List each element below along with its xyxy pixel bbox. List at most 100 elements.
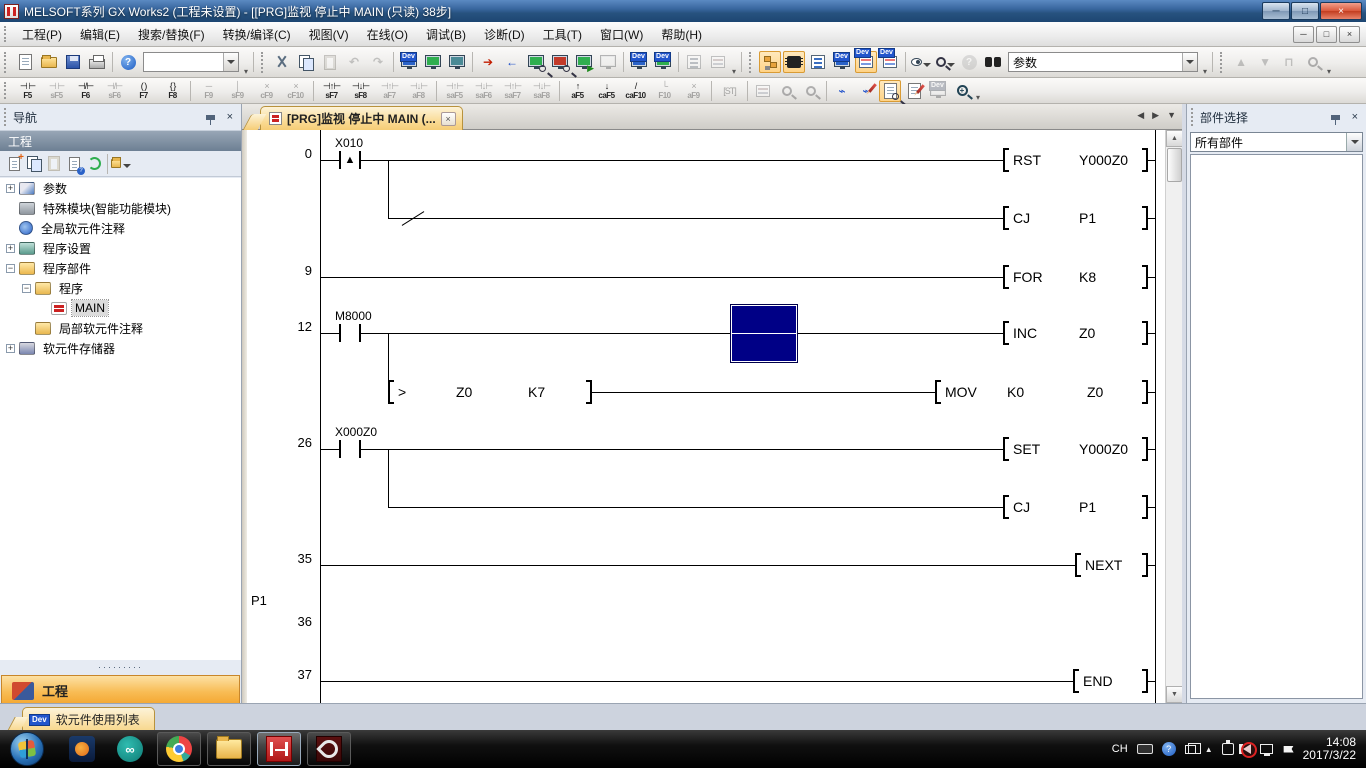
sfc-zoom-button[interactable] [707, 51, 729, 73]
device-combo[interactable] [143, 52, 239, 72]
scroll-down-button[interactable]: ▼ [1166, 686, 1182, 703]
view-button-project[interactable]: 工程 [1, 675, 240, 706]
start-button[interactable] [10, 732, 44, 766]
ladder-tool-contact-open-parallel[interactable]: ⊣ ⊢sF5 [43, 79, 70, 102]
wiring-edit-button[interactable]: ⌁ [855, 80, 877, 102]
toolbar-overflow-icon[interactable]: ▾ [974, 93, 982, 103]
instruction-set[interactable]: SETY000Z0 [1003, 437, 1148, 461]
sampling-trace-button[interactable] [1302, 51, 1324, 73]
toolbar-overflow-icon[interactable]: ▾ [730, 67, 738, 77]
element-list[interactable] [1190, 154, 1363, 699]
menu-item-3[interactable]: 转换/编译(C) [214, 23, 300, 46]
tree-item-program-setting[interactable]: +程序设置 [0, 238, 241, 258]
ladder-tool-vertical-line[interactable]: │sF9 [224, 79, 251, 102]
ladder-tool-pulse-rising-parallel[interactable]: ⊣↑⊢aF7 [376, 79, 403, 102]
device-test-fall-button[interactable]: ▼ [1254, 51, 1276, 73]
ladder-tool-invert-result[interactable]: /caF10 [622, 79, 649, 102]
toolbar-grip[interactable] [4, 82, 9, 100]
tree-item-main[interactable]: MAIN [0, 298, 241, 318]
tree-expand-icon[interactable]: + [6, 344, 15, 353]
cut-button[interactable] [271, 51, 293, 73]
menu-item-9[interactable]: 窗口(W) [591, 23, 652, 46]
ladder-editor[interactable]: 0 9 12 26 35 36 37 P1 X010 ▲ M8000 X000Z… [242, 130, 1182, 703]
save-project-button[interactable] [62, 51, 84, 73]
toolbar-overflow-icon[interactable]: ▾ [1201, 67, 1209, 77]
scroll-up-button[interactable]: ▲ [1166, 130, 1182, 147]
copy-button[interactable] [295, 51, 317, 73]
mdi-close-button[interactable]: × [1339, 26, 1360, 43]
instruction-mov[interactable]: MOVK0Z0 [935, 380, 1148, 404]
volume-muted-icon[interactable] [1243, 744, 1251, 754]
refresh-button[interactable] [84, 154, 104, 174]
toolbar-overflow-icon[interactable]: ▾ [242, 67, 250, 77]
device-display-format-button[interactable] [910, 51, 932, 73]
ladder-tool-delete-vertical-line[interactable]: ×cF10 [282, 79, 309, 102]
taskbar-item-arduino[interactable]: ∞ [109, 732, 151, 766]
device-registration-monitor-button[interactable]: Dev [652, 51, 674, 73]
panel-splitter[interactable]: ········· [0, 660, 241, 674]
ladder-tool-application-instruction[interactable]: { }F8 [159, 79, 186, 102]
ladder-tool-pulse-open-branch[interactable]: ⊣↑⊢saF5 [441, 79, 468, 102]
menu-item-7[interactable]: 诊断(D) [475, 23, 534, 46]
find-replace-button[interactable] [982, 51, 1004, 73]
tab-scroll-right-icon[interactable]: ▶ [1152, 110, 1159, 121]
wiring-check-button[interactable]: ⌁ [831, 80, 853, 102]
monitor-start-button[interactable] [525, 51, 547, 73]
menu-item-0[interactable]: 工程(P) [13, 23, 71, 46]
toolbar-grip[interactable] [1220, 52, 1225, 73]
instruction-cj-1[interactable]: CJP1 [1003, 206, 1148, 230]
menu-grip[interactable] [4, 26, 9, 43]
panel-grip[interactable] [4, 108, 9, 126]
tree-item-parameter[interactable]: +参数 [0, 178, 241, 198]
open-project-button[interactable] [38, 51, 60, 73]
ladder-tool-contact-close-parallel[interactable]: ⊣/⊢sF6 [101, 79, 128, 102]
ladder-tool-pulse-falling-contact[interactable]: ⊣↓⊢sF8 [347, 79, 374, 102]
find-ladder-block-button[interactable] [800, 80, 822, 102]
ladder-tool-pulse-nop-rising[interactable]: ⊣↑⊢saF7 [499, 79, 526, 102]
taskbar-item-explorer[interactable] [207, 732, 251, 766]
pin-icon[interactable] [1331, 115, 1340, 120]
menu-item-2[interactable]: 搜索/替换(F) [129, 23, 214, 46]
element-filter-dropdown[interactable] [1346, 133, 1362, 151]
minimize-button[interactable]: ─ [1262, 2, 1290, 20]
pulse-test-button[interactable]: ⊓ [1278, 51, 1300, 73]
ladder-tool-pulse-falling-parallel[interactable]: ⊣↓⊢aF8 [405, 79, 432, 102]
monitor-mode-button[interactable] [879, 80, 901, 102]
ladder-tool-horizontal-line[interactable]: ─F9 [195, 79, 222, 102]
taskbar-item-acrobat[interactable] [307, 732, 351, 766]
action-center-flag-icon[interactable] [1284, 746, 1294, 753]
tree-item-pou[interactable]: −程序部件 [0, 258, 241, 278]
device-combo-dropdown[interactable] [223, 53, 238, 71]
menu-item-8[interactable]: 工具(T) [534, 23, 591, 46]
watch-stop-button[interactable] [597, 51, 619, 73]
transfer-setup-read-button[interactable]: ← [501, 51, 523, 73]
ladder-tool-coil[interactable]: ( )F7 [130, 79, 157, 102]
close-button[interactable]: × [1320, 2, 1362, 20]
taskbar-item-chrome[interactable] [157, 732, 201, 766]
toolbar-grip[interactable] [749, 52, 754, 73]
keyboard-icon[interactable] [1137, 744, 1153, 754]
contact-x010-pulse[interactable]: ▲ [339, 151, 361, 169]
device-comment-button[interactable]: Dev [831, 51, 853, 73]
monitor-stop-button[interactable] [549, 51, 571, 73]
menu-item-5[interactable]: 在线(O) [358, 23, 417, 46]
redo-button[interactable]: ↷ [367, 51, 389, 73]
device-wiring-button[interactable]: Dev [879, 51, 901, 73]
tab-close-icon[interactable]: × [441, 112, 456, 126]
panel-grip[interactable] [1191, 108, 1196, 126]
ladder-tool-pulse-nop-falling[interactable]: ⊣↓⊢saF8 [528, 79, 555, 102]
contact-m8000[interactable] [339, 324, 361, 342]
mdi-restore-button[interactable]: □ [1316, 26, 1337, 43]
tray-window-icon[interactable] [1185, 745, 1196, 754]
device-test-rise-button[interactable]: ▲ [1230, 51, 1252, 73]
maximize-button[interactable]: □ [1291, 2, 1319, 20]
edit-cursor[interactable] [731, 305, 797, 362]
taskbar-item-media-player[interactable] [61, 732, 103, 766]
ladder-tool-contact-close[interactable]: ⊣/⊢F6 [72, 79, 99, 102]
ladder-tool-falling-result[interactable]: ↓caF5 [593, 79, 620, 102]
taskbar-clock[interactable]: 14:08 2017/3/22 [1303, 736, 1356, 762]
toolbar-grip[interactable] [4, 52, 9, 73]
ladder-tool-pulse-rising-contact[interactable]: ⊣↑⊢sF7 [318, 79, 345, 102]
ladder-tool-rising-result[interactable]: ↑aF5 [564, 79, 591, 102]
tree-item-program[interactable]: −程序 [0, 278, 241, 298]
